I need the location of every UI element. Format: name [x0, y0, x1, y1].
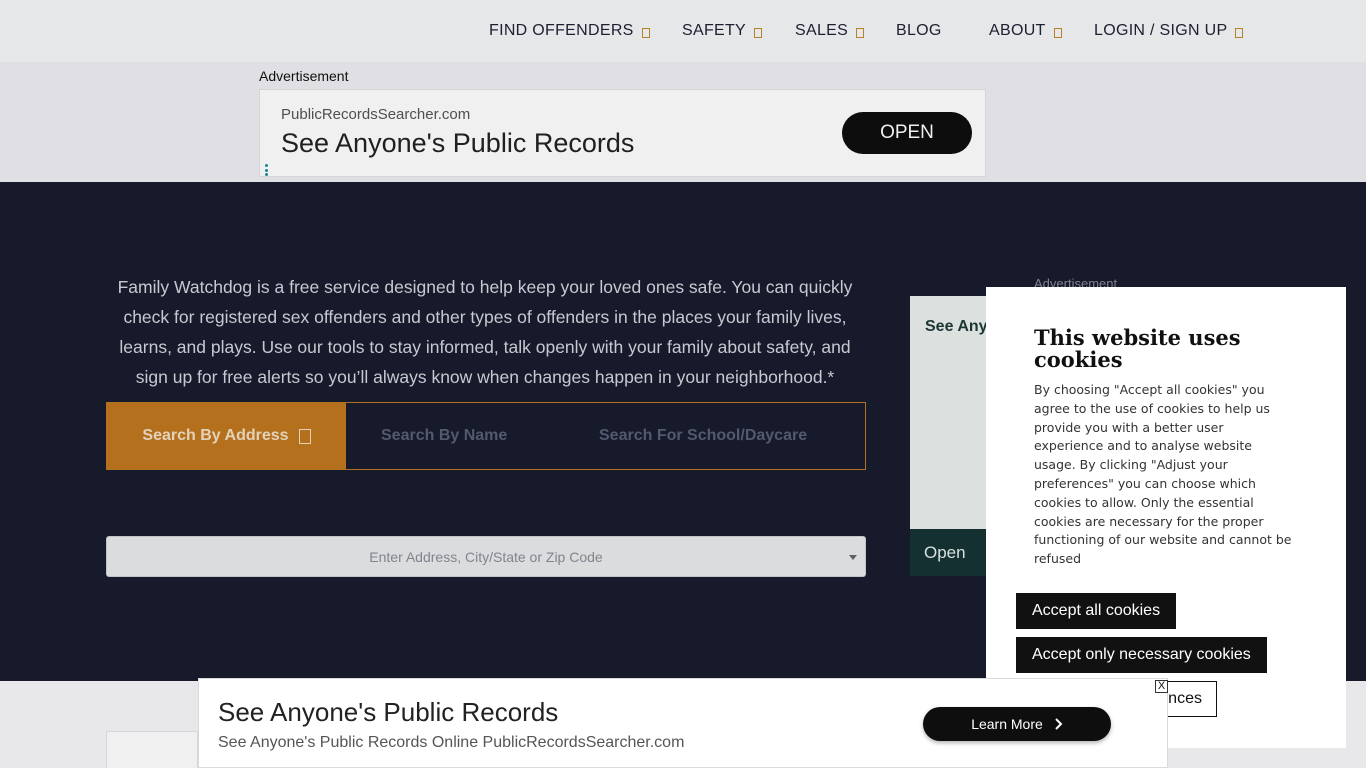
hero-description: Family Watchdog is a free service design… [117, 277, 853, 387]
cookie-dialog-body: By choosing "Accept all cookies" you agr… [1034, 382, 1292, 567]
learn-more-button[interactable]: Learn More [923, 707, 1111, 741]
tab-search-school-daycare[interactable]: Search For School/Daycare [599, 403, 807, 469]
chevron-down-icon [856, 27, 865, 38]
nav-sales[interactable]: SALES [795, 19, 865, 43]
tab-search-by-name[interactable]: Search By Name [381, 403, 507, 469]
home-icon [298, 428, 311, 444]
nav-safety-label: SAFETY [682, 22, 747, 39]
nav-about[interactable]: ABOUT [989, 19, 1062, 43]
tab-search-school-daycare-label: Search For School/Daycare [599, 427, 808, 444]
nav-about-label: ABOUT [989, 22, 1046, 39]
top-ad-domain: PublicRecordsSearcher.com [281, 106, 471, 123]
top-ad-banner[interactable]: PublicRecordsSearcher.com See Anyone's P… [259, 89, 986, 177]
tab-search-by-address-label: Search By Address [142, 427, 289, 444]
bottom-ad-subtext: See Anyone's Public Records Online Publi… [218, 734, 685, 751]
chevron-right-icon [1055, 718, 1063, 730]
nav-blog-label: BLOG [896, 22, 942, 39]
ad-options-icon[interactable] [265, 164, 268, 176]
chevron-down-icon [641, 27, 650, 38]
nav-find-offenders[interactable]: FIND OFFENDERS [489, 19, 650, 43]
content-card [106, 731, 198, 768]
nav-login-signup[interactable]: LOGIN / SIGN UP [1094, 19, 1244, 43]
top-ad-label: Advertisement [259, 68, 349, 84]
close-ad-button[interactable]: X [1155, 680, 1168, 693]
tab-search-by-name-label: Search By Name [381, 427, 508, 444]
nav-safety[interactable]: SAFETY [682, 19, 763, 43]
dropdown-arrow-icon [849, 555, 857, 560]
search-tabs: Search By Address Search By Name Search … [106, 402, 866, 470]
top-ad-open-button[interactable]: OPEN [842, 112, 972, 154]
chevron-down-icon [1053, 27, 1062, 38]
top-ad-headline[interactable]: See Anyone's Public Records [281, 128, 634, 159]
chevron-down-icon [1235, 27, 1244, 38]
bottom-ad-headline[interactable]: See Anyone's Public Records [218, 697, 558, 728]
cookie-dialog-title: This website uses cookies [1034, 325, 1241, 372]
nav-login-signup-label: LOGIN / SIGN UP [1094, 22, 1228, 39]
learn-more-label: Learn More [971, 716, 1043, 732]
chevron-down-icon [754, 27, 763, 38]
address-input-placeholder: Enter Address, City/State or Zip Code [369, 548, 603, 565]
nav-sales-label: SALES [795, 22, 849, 39]
bottom-sticky-ad[interactable]: See Anyone's Public Records See Anyone's… [198, 678, 1168, 768]
accept-necessary-cookies-button[interactable]: Accept only necessary cookies [1016, 637, 1267, 673]
top-navigation: FIND OFFENDERS SAFETY SALES BLOG ABOUT L… [0, 0, 1366, 62]
tab-search-by-address[interactable]: Search By Address [107, 403, 346, 469]
nav-blog[interactable]: BLOG [896, 19, 942, 43]
accept-all-cookies-button[interactable]: Accept all cookies [1016, 593, 1177, 629]
address-search-input[interactable]: Enter Address, City/State or Zip Code [106, 536, 866, 577]
nav-find-offenders-label: FIND OFFENDERS [489, 22, 634, 39]
